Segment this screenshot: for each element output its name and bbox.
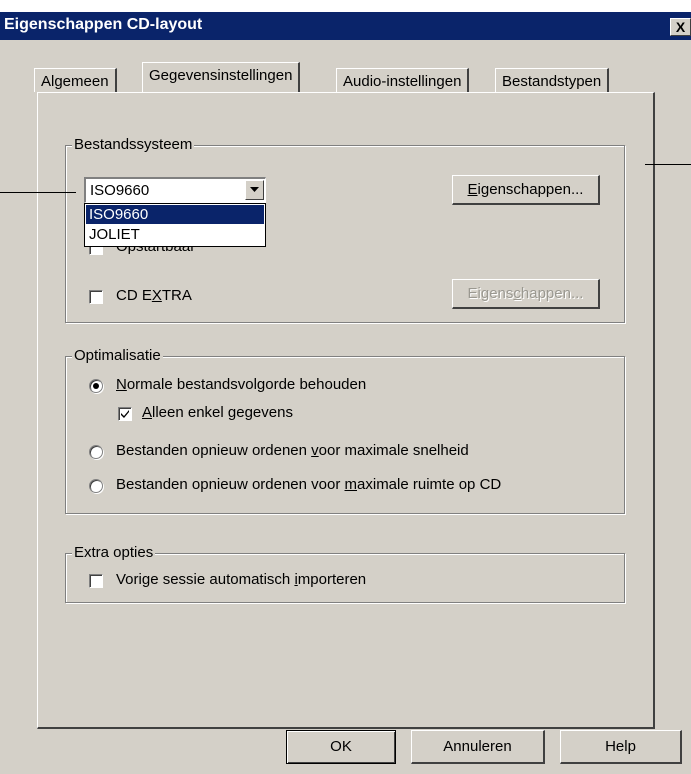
extra-options-group-label: Extra opties (72, 544, 156, 561)
radio-max-space-label: Bestanden opnieuw ordenen voor maximale … (116, 476, 502, 493)
cd-extra-properties-button[interactable]: Eigenschappen... (452, 279, 600, 309)
auto-import-label: Vorige sessie automatisch importeren (116, 571, 367, 588)
dropdown-button[interactable] (245, 180, 264, 200)
radio-max-speed-label: Bestanden opnieuw ordenen voor maximale … (116, 442, 469, 459)
tab-algemeen[interactable]: Algemeen (34, 68, 117, 92)
tab-gegevensinstellingen[interactable]: Gegevensinstellingen (142, 62, 301, 92)
ok-button[interactable]: OK (286, 730, 396, 764)
window-title: Eigenschappen CD-layout (4, 16, 203, 33)
title-bar: Eigenschappen CD-layout X (0, 12, 691, 40)
cancel-button[interactable]: Annuleren (411, 730, 545, 764)
tab-bestandstypen[interactable]: Bestandstypen (495, 68, 610, 92)
dropdown-option-joliet[interactable]: JOLIET (86, 225, 264, 244)
combo-value: ISO9660 (90, 182, 150, 199)
data-only-checkbox[interactable] (118, 407, 132, 421)
auto-import-checkbox[interactable] (89, 574, 103, 588)
help-button[interactable]: Help (560, 730, 682, 764)
callout-line-left (0, 192, 76, 193)
radio-max-space[interactable] (89, 479, 103, 493)
cd-extra-label: CD EXTRA (116, 287, 192, 304)
radio-max-speed[interactable] (89, 445, 103, 459)
data-only-label: Alleen enkel gegevens (142, 404, 293, 421)
callout-line-right (645, 164, 691, 165)
radio-keep-order-label: Normale bestandsvolgorde behouden (116, 376, 367, 393)
close-button[interactable]: X (670, 18, 691, 36)
radio-dot (93, 383, 99, 389)
tab-audio-instellingen[interactable]: Audio-instellingen (336, 68, 470, 92)
checkmark-icon (121, 410, 129, 418)
filesystem-group-label: Bestandssysteem (72, 136, 195, 153)
dropdown-option-iso9660[interactable]: ISO9660 (86, 205, 264, 224)
radio-keep-order[interactable] (89, 379, 103, 393)
dialog-window: Eigenschappen CD-layout X Algemeen Gegev… (0, 12, 691, 774)
cd-extra-checkbox[interactable] (89, 290, 103, 304)
tab-label: Gegevensinstellingen (149, 67, 293, 84)
tab-panel: Bestandssysteem ISO9660 ISO9660 JOLIET O… (37, 92, 655, 729)
filesystem-combobox[interactable]: ISO9660 (84, 177, 266, 203)
filesystem-properties-button[interactable]: Eigenschappen... (452, 175, 600, 205)
tab-label: Algemeen (41, 73, 109, 90)
tab-label: Bestandstypen (502, 73, 602, 90)
filesystem-dropdown-list: ISO9660 JOLIET (84, 203, 266, 247)
optimization-group-label: Optimalisatie (72, 347, 163, 364)
chevron-down-icon (250, 187, 259, 192)
tab-label: Audio-instellingen (343, 73, 462, 90)
